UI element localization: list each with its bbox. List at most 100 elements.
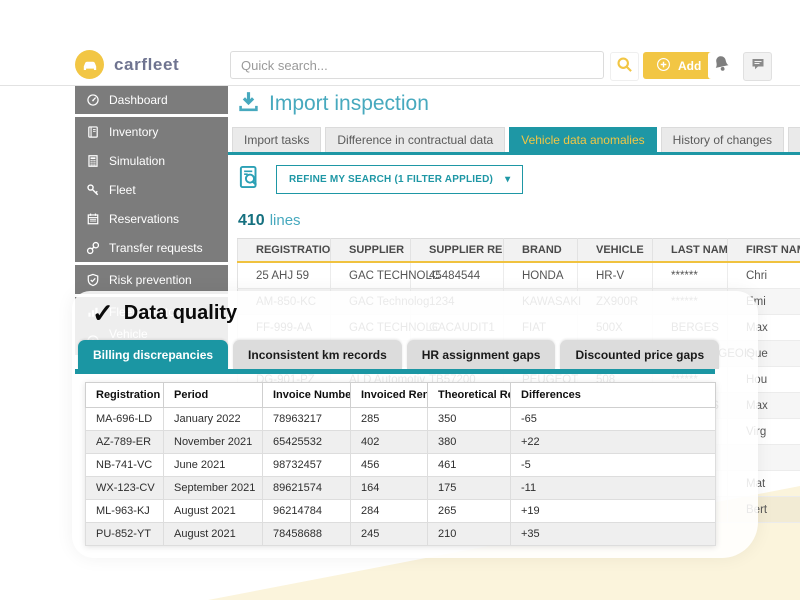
dq-table-cell: August 2021 [164,500,263,523]
dq-table-cell: September 2021 [164,477,263,500]
sidebar-item-inventory[interactable]: Inventory [75,117,228,146]
sidebar-item-dashboard[interactable]: Dashboard [75,85,228,114]
dq-table-cell: 78963217 [263,408,351,431]
dq-table-cell: ML-963-KJ [86,500,164,523]
data-quality-overlay: ✓ Data quality Billing discrepanciesInco… [72,291,758,558]
dq-table-cell: 98732457 [263,454,351,477]
calculator-icon [86,154,100,168]
app-window: carfleet Add Dashboard Inventory Simulatio… [0,0,800,600]
refine-search-button[interactable]: REFINE MY SEARCH (1 FILTER APPLIED) ▾ [276,165,523,194]
messages-button[interactable] [743,52,772,81]
data-quality-table-body: MA-696-LDJanuary 202278963217285350-65AZ… [86,408,716,546]
dq-col-period: Period [164,383,263,408]
data-quality-header: ✓ Data quality [92,300,237,326]
sidebar-item-transfer-requests[interactable]: Transfer requests [75,233,228,262]
sidebar-item-label: Inventory [109,125,158,139]
dq-tab-discounted-price-gaps[interactable]: Discounted price gaps [560,340,719,369]
dq-table-cell: -11 [511,477,716,500]
dq-col-theoretical-rent: Theoretical Rent [428,383,511,408]
search-button[interactable] [610,52,639,81]
dq-table-cell: November 2021 [164,431,263,454]
page-title: Import inspection [269,92,429,116]
main-col-supplier[interactable]: SUPPLIER [331,239,411,263]
dq-table-cell: 350 [428,408,511,431]
tabs-underline [228,152,800,155]
refine-search-label: REFINE MY SEARCH (1 FILTER APPLIED) [289,174,493,185]
main-col-supplier-ref[interactable]: SUPPLIER REF. [411,239,504,263]
key-icon [86,183,100,197]
table-cell: ****** [653,262,728,289]
sidebar-item-label: Transfer requests [109,241,203,255]
refine-row: REFINE MY SEARCH (1 FILTER APPLIED) ▾ [236,164,523,195]
notifications-button[interactable] [708,52,735,79]
dq-table-cell: January 2022 [164,408,263,431]
dq-table-cell: +19 [511,500,716,523]
main-col-first-name[interactable]: FIRST NAME [728,239,800,263]
table-row[interactable]: 25 AHJ 59GAC TECHNOLC45484544HONDAHR-V**… [238,262,800,289]
sidebar-item-risk-prevention[interactable]: Risk prevention [75,265,228,294]
main-col-registration[interactable]: REGISTRATION [238,239,331,263]
sidebar-item-label: Reservations [109,212,179,226]
dq-tab-inconsistent-km-records[interactable]: Inconsistent km records [233,340,402,369]
dq-table-cell: 456 [351,454,428,477]
table-cell: 25 AHJ 59 [238,262,331,289]
lines-count: 410 [238,212,265,229]
dq-table-cell: 265 [428,500,511,523]
sidebar-item-reservations[interactable]: Reservations [75,204,228,233]
data-quality-tabs-underline [75,369,715,374]
tab-import-tasks[interactable]: Import tasks [232,127,321,152]
add-button-label: Add [678,59,701,73]
data-quality-table: RegistrationPeriodInvoice NumberInvoiced… [85,382,716,546]
dq-table-row[interactable]: NB-741-VCJune 202198732457456461-5 [86,454,716,477]
dq-table-row[interactable]: AZ-789-ERNovember 202165425532402380+22 [86,431,716,454]
add-button[interactable]: Add [643,52,714,79]
dq-tab-billing-discrepancies[interactable]: Billing discrepancies [78,340,228,369]
sidebar-item-label: Dashboard [109,93,168,107]
main-col-vehicle[interactable]: VEHICLE [578,239,653,263]
dq-table-cell: 380 [428,431,511,454]
sidebar-item-label: Fleet [109,183,136,197]
tab-difference-in-contractual-data[interactable]: Difference in contractual data [325,127,505,152]
dq-col-registration: Registration [86,383,164,408]
dq-table-cell: -5 [511,454,716,477]
dq-table-cell: 461 [428,454,511,477]
table-cell: GAC TECHNOLC [331,262,411,289]
tab-invoices-receivable[interactable]: Invoices receivable [788,127,800,152]
dq-table-cell: +22 [511,431,716,454]
page-title-row: Import inspection [237,90,429,118]
ledger-icon [86,125,100,139]
main-col-last-name[interactable]: LAST NAME [653,239,728,263]
dq-table-cell: PU-852-YT [86,523,164,546]
table-cell: HR-V [578,262,653,289]
search-input[interactable] [230,51,604,79]
dq-table-cell: MA-696-LD [86,408,164,431]
brand-logo[interactable]: carfleet [75,50,179,79]
table-cell: Chri [728,262,800,289]
main-col-brand[interactable]: BRAND [504,239,578,263]
dq-table-row[interactable]: MA-696-LDJanuary 202278963217285350-65 [86,408,716,431]
lines-label: lines [270,212,301,229]
dq-table-cell: -65 [511,408,716,431]
dq-table-cell: 284 [351,500,428,523]
sidebar-item-label: Risk prevention [109,273,192,287]
tab-vehicle-data-anomalies[interactable]: Vehicle data anomalies [509,127,656,152]
bell-icon [712,54,731,78]
dq-col-differences: Differences [511,383,716,408]
dq-table-row[interactable]: ML-963-KJAugust 202196214784284265+19 [86,500,716,523]
dq-col-invoice-number: Invoice Number [263,383,351,408]
dq-tab-hr-assignment-gaps[interactable]: HR assignment gaps [407,340,556,369]
data-quality-header-row: RegistrationPeriodInvoice NumberInvoiced… [86,383,716,408]
sidebar-group: Risk prevention [75,265,228,294]
brand-name: carfleet [114,55,179,75]
search-icon [616,56,633,78]
dq-table-cell: 164 [351,477,428,500]
sidebar-item-fleet[interactable]: Fleet [75,175,228,204]
main-tabs: Import tasksDifference in contractual da… [232,127,800,152]
dq-table-cell: 89621574 [263,477,351,500]
dq-table-row[interactable]: PU-852-YTAugust 202178458688245210+35 [86,523,716,546]
chevron-down-icon: ▾ [505,174,510,185]
tab-history-of-changes[interactable]: History of changes [661,127,784,152]
sidebar-item-simulation[interactable]: Simulation [75,146,228,175]
dq-table-cell: 245 [351,523,428,546]
dq-table-row[interactable]: WX-123-CVSeptember 202189621574164175-11 [86,477,716,500]
